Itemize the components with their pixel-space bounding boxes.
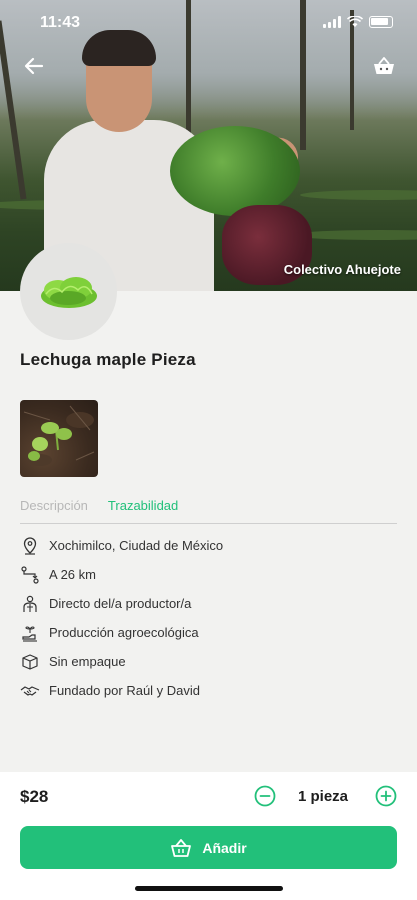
home-indicator: [135, 886, 283, 891]
list-item: Producción agroecológica: [20, 618, 397, 647]
add-to-cart-button[interactable]: Añadir: [20, 826, 397, 869]
product-image: [20, 243, 117, 340]
traceability-list: Xochimilco, Ciudad de México A 26 km Dir…: [20, 531, 397, 705]
route-icon: [20, 565, 40, 585]
trace-agroecology-text: Producción agroecológica: [49, 625, 199, 640]
increase-quantity-button[interactable]: [375, 785, 397, 807]
list-item: Xochimilco, Ciudad de México: [20, 531, 397, 560]
minus-circle-icon: [254, 785, 276, 807]
trace-location-text: Xochimilco, Ciudad de México: [49, 538, 224, 553]
basket-icon: [171, 838, 192, 857]
list-item: Sin empaque: [20, 647, 397, 676]
trace-direct-text: Directo del/a productor/a: [49, 596, 192, 611]
status-time: 11:43: [40, 14, 81, 31]
product-title: Lechuga maple Pieza: [20, 350, 196, 369]
trace-founders-text: Fundado por Raúl y David: [49, 683, 201, 698]
tab-trazabilidad[interactable]: Trazabilidad: [108, 496, 178, 523]
add-button-label: Añadir: [202, 839, 247, 856]
trace-packaging-text: Sin empaque: [49, 654, 126, 669]
cart-button[interactable]: [371, 54, 397, 78]
product-tabs: Descripción Trazabilidad: [20, 496, 397, 524]
arrow-left-icon: [24, 57, 44, 75]
decrease-quantity-button[interactable]: [254, 785, 276, 807]
list-item: Directo del/a productor/a: [20, 589, 397, 618]
status-bar: 11:43: [0, 0, 417, 46]
seedling-photo: [23, 405, 95, 466]
tab-descripcion[interactable]: Descripción: [20, 496, 88, 523]
status-icons: [323, 16, 393, 28]
lettuce-icon: [40, 276, 97, 308]
trace-distance-text: A 26 km: [49, 567, 96, 582]
hero-greens: [170, 126, 300, 216]
handshake-icon: [20, 681, 40, 701]
plant-hand-icon: [20, 623, 40, 643]
list-item: Fundado por Raúl y David: [20, 676, 397, 705]
wifi-icon: [347, 16, 363, 27]
quantity-value: 1 pieza: [298, 788, 349, 805]
back-button[interactable]: [20, 54, 48, 78]
product-thumbnail[interactable]: [20, 400, 98, 477]
basket-icon: [374, 57, 394, 74]
battery-icon: [369, 16, 393, 28]
location-pin-icon: [20, 536, 40, 556]
signal-icon: [323, 16, 341, 28]
producer-name[interactable]: Colectivo Ahuejote: [284, 262, 401, 277]
hero-field-row: [300, 190, 417, 200]
plus-circle-icon: [375, 785, 397, 807]
producer-icon: [20, 594, 40, 614]
price: $28: [20, 787, 49, 806]
box-icon: [20, 652, 40, 672]
list-item: A 26 km: [20, 560, 397, 589]
